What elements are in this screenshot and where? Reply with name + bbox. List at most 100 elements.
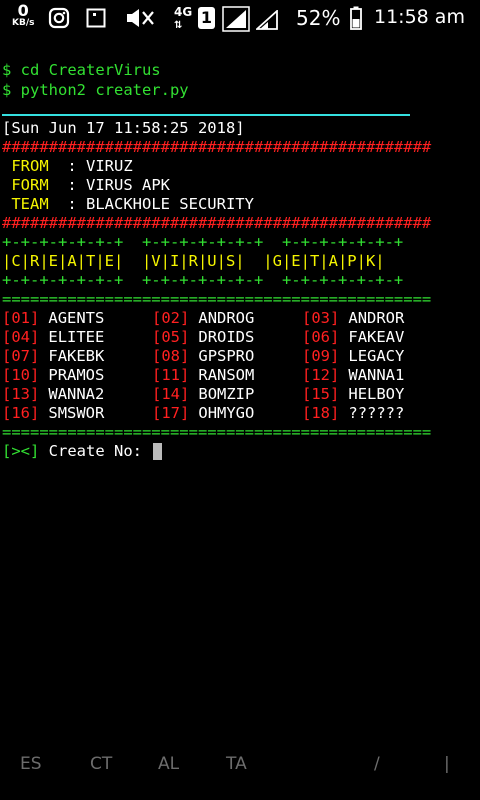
banner-text: |C|R|E|A|T|E| |V|I|R|U|S| |G|E|T|A|P|K| [2,252,385,270]
notification-box-icon [86,8,106,32]
option-bracket: [ [2,347,12,365]
option-bracket: ] [30,309,40,327]
option-name: RANSOM [198,366,255,384]
option-bracket: ] [30,328,40,346]
option-item: [18]?????? [302,403,404,423]
option-bracket: ] [330,347,340,365]
option-item: [10] PRAMOS [2,365,104,385]
option-item: [05] DROIDS [152,327,254,347]
option-item: [11] RANSOM [152,365,254,385]
extra-keys-row: ES CT AL TA / | [0,752,480,800]
timestamp: [Sun Jun 17 11:58:25 2018] [2,119,245,137]
option-number: 01 [11,309,31,327]
option-bracket: ] [330,309,340,327]
option-bracket: [ [302,404,312,422]
option-bracket: ] [30,404,40,422]
option-item: [01] AGENTS [2,308,104,328]
option-bracket: ] [180,404,190,422]
option-item: [07] FAKEBK [2,346,104,366]
option-number: 07 [11,347,31,365]
option-number: 16 [11,404,31,422]
signal-strength-secondary-icon [254,8,278,34]
option-bracket: [ [302,385,312,403]
battery-icon [350,6,362,34]
option-name: ELITEE [48,328,105,346]
option-number: 02 [161,309,181,327]
extra-key-alt[interactable]: AL [158,754,179,774]
option-number: 03 [311,309,331,327]
option-number: 06 [311,328,331,346]
option-separator: ========================================… [2,423,432,441]
option-bracket: [ [152,309,162,327]
option-bracket: ] [30,347,40,365]
option-bracket: ] [180,366,190,384]
option-bracket: ] [30,385,40,403]
data-arrows-icon: ⇅ [174,20,183,31]
option-item: [15] HELBOY [302,384,404,404]
info-value: : VIRUZ [67,157,133,175]
option-bracket: [ [2,309,12,327]
option-bracket: [ [302,309,312,327]
hash-divider: ########################################… [2,138,432,156]
option-name: FAKEAV [348,328,405,346]
command-line: $ python2 creater.py [2,81,189,99]
option-item: [08] GPSPRO [152,346,254,366]
extra-key-tab[interactable]: TA [226,754,247,774]
info-row-form: FORM : VIRUS APK [2,175,170,195]
option-name: FAKEBK [48,347,105,365]
option-name: PRAMOS [48,366,105,384]
option-number: 08 [161,347,181,365]
extra-key-pipe[interactable]: | [444,754,450,774]
option-number: 13 [11,385,31,403]
clock: 11:58 am [374,6,465,28]
info-row-team: TEAM : BLACKHOLE SECURITY [2,194,254,214]
option-name: AGENTS [48,309,105,327]
option-name: DROIDS [198,328,255,346]
cyan-divider [2,114,410,116]
info-label: FROM [2,157,68,175]
option-item: [17] OHMYGO [152,403,254,423]
option-item: [13] WANNA2 [2,384,104,404]
option-number: 15 [311,385,331,403]
option-bracket: ] [330,404,340,422]
option-bracket: ] [180,309,190,327]
option-bracket: ] [330,385,340,403]
option-name: WANNA1 [348,366,405,384]
network-type-label: 4G [174,5,193,19]
option-bracket: ] [180,385,190,403]
info-value: : VIRUS APK [67,176,170,194]
sim-slot-badge: 1 [198,7,215,29]
option-number: 05 [161,328,181,346]
option-number: 14 [161,385,181,403]
option-number: 17 [161,404,181,422]
option-number: 10 [11,366,31,384]
option-bracket: [ [152,347,162,365]
option-name: WANNA2 [48,385,105,403]
extra-key-slash[interactable]: / [374,754,380,774]
network-speed-unit: KB/s [12,18,35,28]
info-value: : BLACKHOLE SECURITY [67,195,254,213]
option-name: HELBOY [348,385,405,403]
option-number: 11 [161,366,181,384]
option-name: LEGACY [348,347,405,365]
hash-divider: ########################################… [2,214,432,232]
option-bracket: [ [302,347,312,365]
option-item: [14] BOMZIP [152,384,254,404]
option-item: [16] SMSWOR [2,403,104,423]
option-name: GPSPRO [198,347,255,365]
option-item: [03] ANDROR [302,308,404,328]
create-prompt[interactable]: [><] Create No: [2,441,163,461]
option-bracket: [ [152,328,162,346]
text-cursor[interactable] [153,443,163,460]
option-number: 12 [311,366,331,384]
option-bracket: ] [330,328,340,346]
status-bar: 0 KB/s 4G ⇅ 1 52% 11:58 am [0,0,480,38]
extra-key-ctrl[interactable]: CT [90,754,112,774]
option-item: [12] WANNA1 [302,365,404,385]
option-bracket: [ [2,404,12,422]
banner-border-bottom: +-+-+-+-+-+-+ +-+-+-+-+-+-+ +-+-+-+-+-+-… [2,271,404,289]
extra-key-esc[interactable]: ES [20,754,42,774]
option-name: ?????? [348,404,405,422]
option-separator: ========================================… [2,290,432,308]
option-bracket: [ [152,404,162,422]
